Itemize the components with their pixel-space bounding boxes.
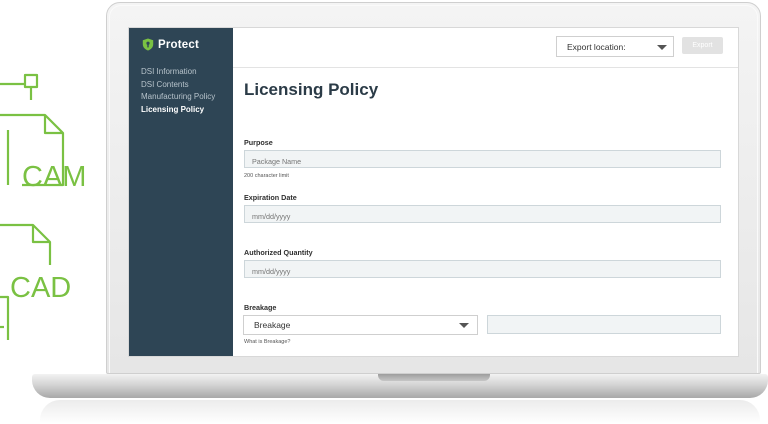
sidebar-nav: DSI Information DSI Contents Manufacturi… bbox=[141, 66, 215, 116]
laptop-notch bbox=[378, 374, 490, 381]
brand-name: Protect bbox=[158, 38, 200, 51]
breakage-help-link[interactable]: What is Breakage? bbox=[244, 339, 290, 345]
expiration-date-label: Expiration Date bbox=[244, 193, 297, 202]
export-location-select[interactable]: Export location: bbox=[556, 36, 674, 57]
app-screen: Protect DSI Information DSI Contents Man… bbox=[128, 27, 739, 357]
laptop-reflection bbox=[40, 400, 760, 424]
main-content: Licensing Policy Purpose 200 character l… bbox=[233, 69, 738, 356]
chevron-down-icon bbox=[657, 45, 667, 50]
topbar: Export location: Export bbox=[233, 28, 738, 68]
sidebar-item-dsi-contents[interactable]: DSI Contents bbox=[141, 79, 215, 90]
sidebar-item-dsi-information[interactable]: DSI Information bbox=[141, 66, 215, 77]
chevron-down-icon bbox=[459, 323, 469, 328]
breakage-value-input[interactable] bbox=[487, 315, 721, 334]
expiration-date-input[interactable] bbox=[244, 205, 721, 223]
breakage-label: Breakage bbox=[244, 303, 277, 312]
purpose-hint: 200 character limit bbox=[244, 173, 289, 179]
page-title: Licensing Policy bbox=[244, 80, 379, 99]
purpose-input[interactable] bbox=[244, 150, 721, 168]
export-button[interactable]: Export bbox=[682, 37, 723, 54]
decorative-file-icons: CAM CAD bbox=[0, 73, 86, 340]
breakage-select[interactable]: Breakage bbox=[243, 315, 478, 335]
export-location-label: Export location: bbox=[567, 42, 626, 52]
sidebar-item-manufacturing-policy[interactable]: Manufacturing Policy bbox=[141, 91, 215, 102]
shield-icon bbox=[142, 38, 154, 51]
cad-label: CAD bbox=[10, 272, 71, 304]
breakage-selected: Breakage bbox=[254, 320, 291, 330]
authorized-quantity-label: Authorized Quantity bbox=[244, 248, 313, 257]
authorized-quantity-input[interactable] bbox=[244, 260, 721, 278]
cam-label: CAM bbox=[22, 161, 86, 193]
sidebar-item-licensing-policy[interactable]: Licensing Policy bbox=[141, 104, 215, 115]
purpose-label: Purpose bbox=[244, 138, 273, 147]
brand[interactable]: Protect bbox=[142, 38, 199, 51]
sidebar: Protect DSI Information DSI Contents Man… bbox=[129, 28, 233, 356]
